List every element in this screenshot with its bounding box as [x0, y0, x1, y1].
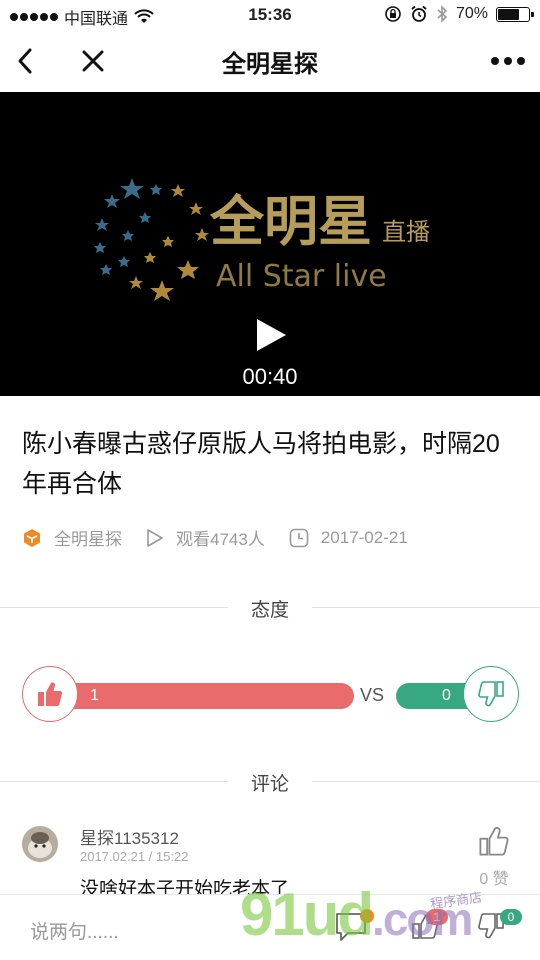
allstar-live-logo: 全明星 直播 All Star live: [94, 178, 430, 301]
thumbs-up-icon: [38, 682, 63, 707]
thumbs-down-icon: [478, 681, 504, 707]
play-outline-icon: [147, 528, 163, 547]
more-icon: [491, 57, 525, 65]
bluetooth-icon: [437, 5, 448, 23]
comment-time: 2017.02.21 / 15:22: [80, 849, 189, 864]
views-item: 观看4743人: [146, 525, 265, 550]
comment-author[interactable]: 星探1135312: [80, 824, 179, 849]
dislike-badge: 0: [500, 909, 522, 925]
play-icon[interactable]: [255, 318, 287, 352]
svg-text:All Star live: All Star live: [216, 259, 387, 294]
cube-icon: [24, 528, 40, 547]
vs-label: VS: [360, 685, 385, 705]
comment-item: 星探1135312 2017.02.21 / 15:22 没啥好本子开始吃老本了…: [22, 822, 518, 900]
comment-badge: [360, 909, 374, 923]
comments-section-header: 评论: [0, 767, 540, 797]
avatar-image: [22, 826, 58, 862]
avatar[interactable]: [22, 826, 58, 862]
thumbs-up-outline-icon: [479, 827, 509, 856]
battery-percent: 70%: [455, 5, 488, 22]
comment-like-count: 0 赞: [479, 871, 509, 888]
source-label: 全明星探: [54, 530, 122, 549]
attitude-title: 态度: [250, 600, 289, 621]
more-button[interactable]: [488, 44, 528, 78]
video-duration: 00:40: [242, 364, 298, 389]
upvote-count: 1: [90, 687, 99, 704]
battery-icon: [496, 6, 534, 22]
source-item[interactable]: 全明星探: [22, 525, 122, 550]
downvote-button[interactable]: [463, 666, 519, 722]
status-bar: 中国联通 15:36 70%: [0, 0, 540, 30]
attitude-section-header: 态度: [0, 593, 540, 623]
article-headline: 陈小春曝古惑仔原版人马将拍电影，时隔20年再合体: [22, 430, 500, 498]
comment-like-button[interactable]: 0 赞: [474, 824, 514, 889]
alarm-icon: [411, 5, 427, 22]
svg-text:全明星: 全明星: [209, 190, 372, 253]
date-label: 2017-02-21: [320, 527, 408, 547]
views-label: 观看4743人: [176, 530, 265, 549]
rotation-lock-icon: [385, 6, 401, 22]
video-player[interactable]: 全明星 直播 All Star live 00:40: [0, 92, 540, 396]
upvote-bar: 1: [52, 683, 354, 709]
upvote-button[interactable]: [22, 666, 78, 722]
comments-title: 评论: [250, 774, 289, 795]
divider: [312, 781, 540, 782]
svg-text:直播: 直播: [382, 218, 430, 246]
date-item: 2017-02-21: [289, 528, 408, 548]
downvote-count: 0: [442, 687, 451, 704]
article-meta: 全明星探 观看4743人 2017-02-21: [22, 525, 432, 550]
clock-icon: [289, 528, 309, 547]
divider: [312, 607, 540, 608]
page-title: 全明星探: [222, 51, 318, 78]
vote-widget: 1 VS 0: [22, 666, 519, 722]
comment-input[interactable]: 说两句......: [30, 917, 119, 944]
nav-bar: 全明星探: [0, 30, 540, 92]
